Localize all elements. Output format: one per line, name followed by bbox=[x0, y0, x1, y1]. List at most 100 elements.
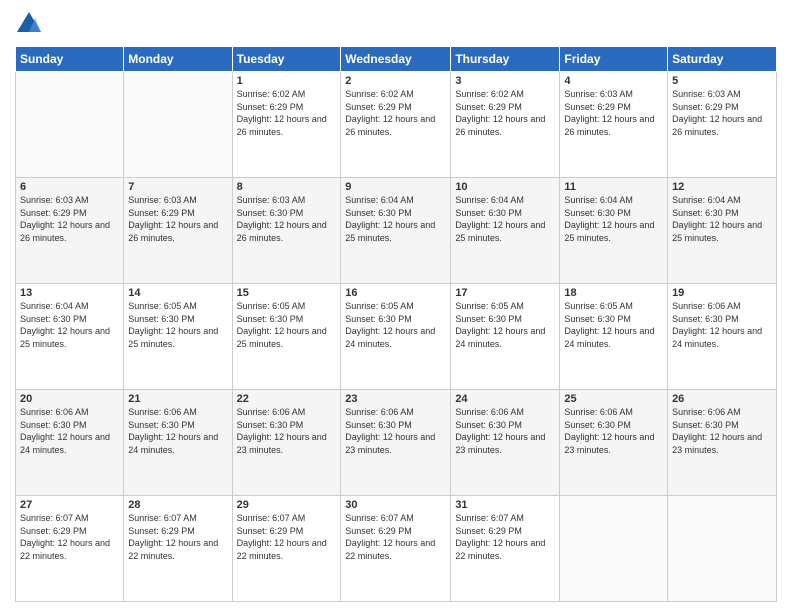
calendar-cell bbox=[668, 496, 777, 602]
calendar-cell: 2Sunrise: 6:02 AM Sunset: 6:29 PM Daylig… bbox=[341, 72, 451, 178]
day-number: 6 bbox=[20, 181, 119, 193]
day-info: Sunrise: 6:06 AM Sunset: 6:30 PM Dayligh… bbox=[20, 406, 119, 456]
day-info: Sunrise: 6:05 AM Sunset: 6:30 PM Dayligh… bbox=[237, 300, 337, 350]
day-info: Sunrise: 6:03 AM Sunset: 6:29 PM Dayligh… bbox=[128, 194, 227, 244]
day-info: Sunrise: 6:04 AM Sunset: 6:30 PM Dayligh… bbox=[455, 194, 555, 244]
day-number: 14 bbox=[128, 287, 227, 299]
day-number: 3 bbox=[455, 75, 555, 87]
day-number: 23 bbox=[345, 393, 446, 405]
calendar-cell: 9Sunrise: 6:04 AM Sunset: 6:30 PM Daylig… bbox=[341, 178, 451, 284]
day-number: 19 bbox=[672, 287, 772, 299]
logo-icon bbox=[15, 10, 43, 38]
day-number: 11 bbox=[564, 181, 663, 193]
calendar-cell: 5Sunrise: 6:03 AM Sunset: 6:29 PM Daylig… bbox=[668, 72, 777, 178]
calendar: SundayMondayTuesdayWednesdayThursdayFrid… bbox=[15, 46, 777, 602]
day-info: Sunrise: 6:05 AM Sunset: 6:30 PM Dayligh… bbox=[455, 300, 555, 350]
day-header: Thursday bbox=[451, 47, 560, 72]
day-info: Sunrise: 6:07 AM Sunset: 6:29 PM Dayligh… bbox=[345, 512, 446, 562]
calendar-cell: 17Sunrise: 6:05 AM Sunset: 6:30 PM Dayli… bbox=[451, 284, 560, 390]
day-number: 31 bbox=[455, 499, 555, 511]
day-number: 15 bbox=[237, 287, 337, 299]
day-info: Sunrise: 6:06 AM Sunset: 6:30 PM Dayligh… bbox=[455, 406, 555, 456]
week-row: 6Sunrise: 6:03 AM Sunset: 6:29 PM Daylig… bbox=[16, 178, 777, 284]
day-number: 27 bbox=[20, 499, 119, 511]
day-info: Sunrise: 6:07 AM Sunset: 6:29 PM Dayligh… bbox=[128, 512, 227, 562]
day-info: Sunrise: 6:02 AM Sunset: 6:29 PM Dayligh… bbox=[237, 88, 337, 138]
day-info: Sunrise: 6:07 AM Sunset: 6:29 PM Dayligh… bbox=[20, 512, 119, 562]
week-row: 27Sunrise: 6:07 AM Sunset: 6:29 PM Dayli… bbox=[16, 496, 777, 602]
calendar-cell: 22Sunrise: 6:06 AM Sunset: 6:30 PM Dayli… bbox=[232, 390, 341, 496]
calendar-cell: 31Sunrise: 6:07 AM Sunset: 6:29 PM Dayli… bbox=[451, 496, 560, 602]
day-info: Sunrise: 6:07 AM Sunset: 6:29 PM Dayligh… bbox=[237, 512, 337, 562]
calendar-cell: 19Sunrise: 6:06 AM Sunset: 6:30 PM Dayli… bbox=[668, 284, 777, 390]
day-number: 25 bbox=[564, 393, 663, 405]
day-info: Sunrise: 6:04 AM Sunset: 6:30 PM Dayligh… bbox=[345, 194, 446, 244]
calendar-cell: 1Sunrise: 6:02 AM Sunset: 6:29 PM Daylig… bbox=[232, 72, 341, 178]
calendar-cell: 8Sunrise: 6:03 AM Sunset: 6:30 PM Daylig… bbox=[232, 178, 341, 284]
day-info: Sunrise: 6:03 AM Sunset: 6:29 PM Dayligh… bbox=[564, 88, 663, 138]
day-info: Sunrise: 6:05 AM Sunset: 6:30 PM Dayligh… bbox=[128, 300, 227, 350]
day-number: 4 bbox=[564, 75, 663, 87]
calendar-cell: 15Sunrise: 6:05 AM Sunset: 6:30 PM Dayli… bbox=[232, 284, 341, 390]
day-info: Sunrise: 6:06 AM Sunset: 6:30 PM Dayligh… bbox=[672, 406, 772, 456]
day-info: Sunrise: 6:02 AM Sunset: 6:29 PM Dayligh… bbox=[345, 88, 446, 138]
day-info: Sunrise: 6:06 AM Sunset: 6:30 PM Dayligh… bbox=[672, 300, 772, 350]
day-number: 22 bbox=[237, 393, 337, 405]
calendar-cell: 13Sunrise: 6:04 AM Sunset: 6:30 PM Dayli… bbox=[16, 284, 124, 390]
calendar-cell: 14Sunrise: 6:05 AM Sunset: 6:30 PM Dayli… bbox=[124, 284, 232, 390]
calendar-cell: 24Sunrise: 6:06 AM Sunset: 6:30 PM Dayli… bbox=[451, 390, 560, 496]
day-header: Sunday bbox=[16, 47, 124, 72]
day-number: 13 bbox=[20, 287, 119, 299]
calendar-cell: 16Sunrise: 6:05 AM Sunset: 6:30 PM Dayli… bbox=[341, 284, 451, 390]
day-number: 29 bbox=[237, 499, 337, 511]
calendar-cell: 29Sunrise: 6:07 AM Sunset: 6:29 PM Dayli… bbox=[232, 496, 341, 602]
day-info: Sunrise: 6:07 AM Sunset: 6:29 PM Dayligh… bbox=[455, 512, 555, 562]
calendar-cell: 23Sunrise: 6:06 AM Sunset: 6:30 PM Dayli… bbox=[341, 390, 451, 496]
day-number: 8 bbox=[237, 181, 337, 193]
day-number: 16 bbox=[345, 287, 446, 299]
day-number: 26 bbox=[672, 393, 772, 405]
day-number: 7 bbox=[128, 181, 227, 193]
week-row: 20Sunrise: 6:06 AM Sunset: 6:30 PM Dayli… bbox=[16, 390, 777, 496]
day-info: Sunrise: 6:03 AM Sunset: 6:29 PM Dayligh… bbox=[20, 194, 119, 244]
header bbox=[15, 10, 777, 38]
calendar-cell: 7Sunrise: 6:03 AM Sunset: 6:29 PM Daylig… bbox=[124, 178, 232, 284]
day-number: 28 bbox=[128, 499, 227, 511]
calendar-cell: 18Sunrise: 6:05 AM Sunset: 6:30 PM Dayli… bbox=[560, 284, 668, 390]
day-header: Tuesday bbox=[232, 47, 341, 72]
logo bbox=[15, 10, 47, 38]
week-row: 13Sunrise: 6:04 AM Sunset: 6:30 PM Dayli… bbox=[16, 284, 777, 390]
day-number: 2 bbox=[345, 75, 446, 87]
day-number: 9 bbox=[345, 181, 446, 193]
day-info: Sunrise: 6:06 AM Sunset: 6:30 PM Dayligh… bbox=[237, 406, 337, 456]
calendar-cell: 27Sunrise: 6:07 AM Sunset: 6:29 PM Dayli… bbox=[16, 496, 124, 602]
day-header: Saturday bbox=[668, 47, 777, 72]
day-header: Wednesday bbox=[341, 47, 451, 72]
day-info: Sunrise: 6:06 AM Sunset: 6:30 PM Dayligh… bbox=[564, 406, 663, 456]
day-number: 21 bbox=[128, 393, 227, 405]
day-number: 20 bbox=[20, 393, 119, 405]
week-row: 1Sunrise: 6:02 AM Sunset: 6:29 PM Daylig… bbox=[16, 72, 777, 178]
day-info: Sunrise: 6:04 AM Sunset: 6:30 PM Dayligh… bbox=[564, 194, 663, 244]
day-number: 18 bbox=[564, 287, 663, 299]
day-info: Sunrise: 6:06 AM Sunset: 6:30 PM Dayligh… bbox=[128, 406, 227, 456]
calendar-cell: 4Sunrise: 6:03 AM Sunset: 6:29 PM Daylig… bbox=[560, 72, 668, 178]
calendar-cell: 25Sunrise: 6:06 AM Sunset: 6:30 PM Dayli… bbox=[560, 390, 668, 496]
day-header: Monday bbox=[124, 47, 232, 72]
day-number: 5 bbox=[672, 75, 772, 87]
day-number: 10 bbox=[455, 181, 555, 193]
calendar-cell bbox=[560, 496, 668, 602]
day-info: Sunrise: 6:02 AM Sunset: 6:29 PM Dayligh… bbox=[455, 88, 555, 138]
calendar-cell: 12Sunrise: 6:04 AM Sunset: 6:30 PM Dayli… bbox=[668, 178, 777, 284]
calendar-cell: 26Sunrise: 6:06 AM Sunset: 6:30 PM Dayli… bbox=[668, 390, 777, 496]
calendar-cell: 20Sunrise: 6:06 AM Sunset: 6:30 PM Dayli… bbox=[16, 390, 124, 496]
calendar-cell: 21Sunrise: 6:06 AM Sunset: 6:30 PM Dayli… bbox=[124, 390, 232, 496]
calendar-cell: 11Sunrise: 6:04 AM Sunset: 6:30 PM Dayli… bbox=[560, 178, 668, 284]
days-header-row: SundayMondayTuesdayWednesdayThursdayFrid… bbox=[16, 47, 777, 72]
day-info: Sunrise: 6:05 AM Sunset: 6:30 PM Dayligh… bbox=[564, 300, 663, 350]
day-number: 12 bbox=[672, 181, 772, 193]
calendar-cell: 10Sunrise: 6:04 AM Sunset: 6:30 PM Dayli… bbox=[451, 178, 560, 284]
calendar-cell: 30Sunrise: 6:07 AM Sunset: 6:29 PM Dayli… bbox=[341, 496, 451, 602]
day-info: Sunrise: 6:04 AM Sunset: 6:30 PM Dayligh… bbox=[20, 300, 119, 350]
day-number: 17 bbox=[455, 287, 555, 299]
